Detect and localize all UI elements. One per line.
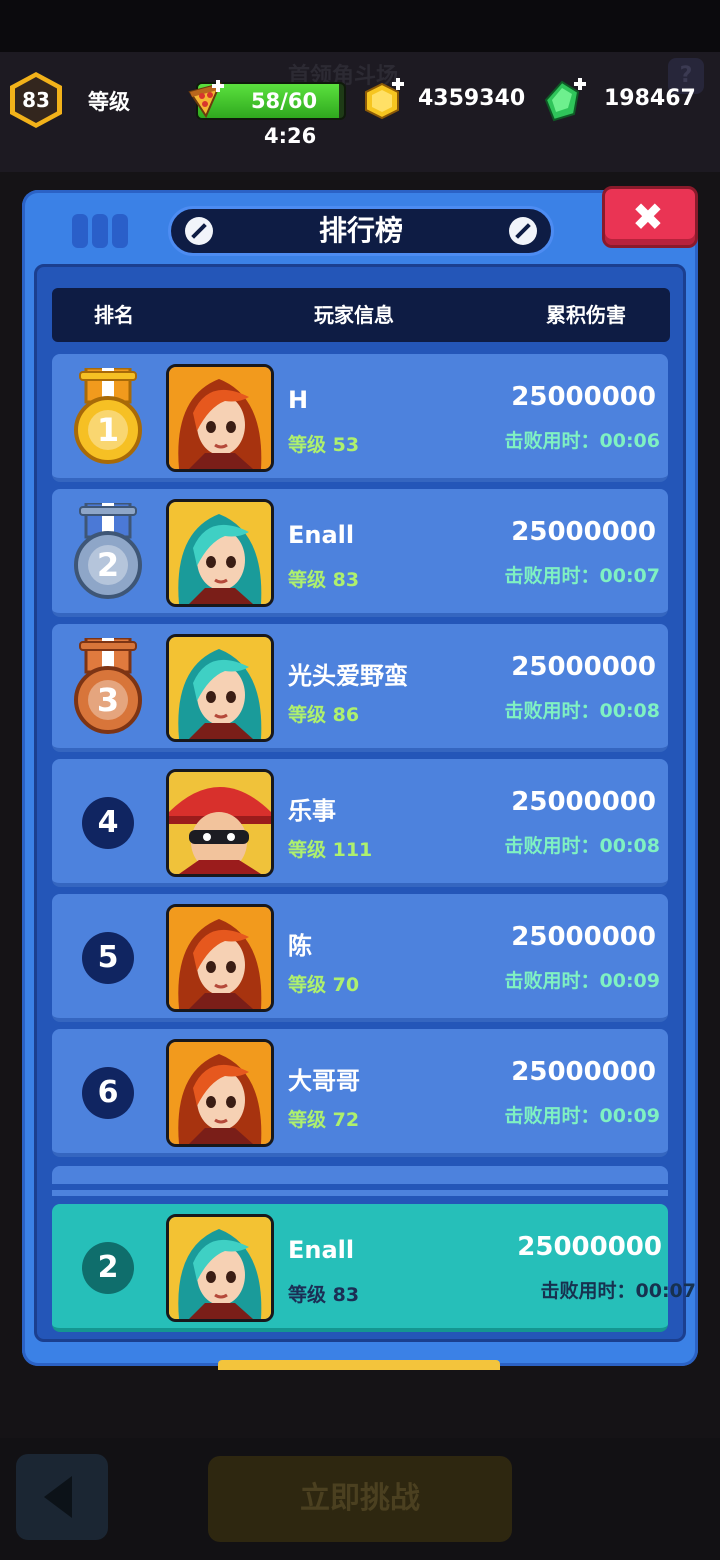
avatar xyxy=(166,499,274,607)
rank-medal-icon: 3 xyxy=(70,636,146,738)
close-button[interactable]: ✖ xyxy=(602,186,698,248)
title-banner: 排行榜 xyxy=(168,206,554,256)
damage-value: 25000000 xyxy=(511,1057,656,1087)
leaderboard-row[interactable]: 3 光头爱野蛮等级 86 25000000 击败用时：00:08 xyxy=(52,624,668,752)
gold-amount: 4359340 xyxy=(418,86,526,111)
player-name: 陈 xyxy=(288,932,312,960)
avatar xyxy=(166,1214,274,1322)
my-player-name: Enall xyxy=(288,1236,355,1264)
list-divider xyxy=(52,1190,668,1196)
player-level: 等级 70 xyxy=(288,974,360,996)
defeat-time: 击败用时：00:07 xyxy=(504,565,660,587)
player-name: 乐事 xyxy=(288,797,336,825)
damage-value: 25000000 xyxy=(511,382,656,412)
green-gem-icon[interactable] xyxy=(542,78,588,124)
leaderboard-row[interactable]: 2 Enall 等级 83 25000000 击败用时：00:07 xyxy=(52,489,668,617)
player-name: H xyxy=(288,386,309,414)
leaderboard-row[interactable]: 5 陈等级 70 25000000 击败用时：00:09 xyxy=(52,894,668,1022)
rank-number: 5 xyxy=(82,932,134,984)
stamina-timer: 4:26 xyxy=(264,124,317,148)
rank-number: 2 xyxy=(96,546,120,584)
player-level: 等级 111 xyxy=(288,839,373,861)
header-rank: 排名 xyxy=(94,303,134,327)
header-total-damage: 累积伤害 xyxy=(546,303,626,327)
player-level-label: 等级 xyxy=(88,90,130,114)
leaderboard-row[interactable]: 1 H 等级 53 25000000 击败用时：00:06 xyxy=(52,354,668,482)
defeat-time: 击败用时：00:08 xyxy=(504,700,660,722)
close-icon: ✖ xyxy=(632,195,664,239)
defeat-time: 击败用时：00:09 xyxy=(504,1105,660,1127)
rank-number: 4 xyxy=(82,797,134,849)
pizza-stamina-icon xyxy=(188,80,224,119)
damage-value: 25000000 xyxy=(511,922,656,952)
status-bar-area xyxy=(0,0,720,52)
rank-number: 3 xyxy=(96,681,120,719)
my-defeat-time: 击败用时：00:07 xyxy=(540,1280,696,1302)
leaderboard-header: 排名 玩家信息 累积伤害 xyxy=(52,288,670,342)
damage-value: 25000000 xyxy=(511,652,656,682)
header-player-info: 玩家信息 xyxy=(314,303,394,327)
bolt-icon xyxy=(509,217,537,245)
challenge-now-button: 立即挑战 xyxy=(208,1456,512,1542)
player-level: 等级 83 xyxy=(288,569,360,591)
player-name: 大哥哥 xyxy=(288,1067,360,1095)
leaderboard-row[interactable]: 6 大哥哥等级 72 25000000 击败用时：00:09 xyxy=(52,1029,668,1157)
defeat-time: 击败用时：00:08 xyxy=(504,835,660,857)
avatar xyxy=(166,634,274,742)
defeat-time: 击败用时：00:09 xyxy=(504,970,660,992)
player-name: Enall xyxy=(288,521,355,549)
rank-medal-icon: 2 xyxy=(70,501,146,603)
leaderboard-row[interactable]: 4 乐事等级 111 25000000 击败用时：00:08 xyxy=(52,759,668,887)
rank-medal-icon: 1 xyxy=(70,366,146,468)
my-rank-number: 2 xyxy=(82,1242,134,1294)
back-button xyxy=(16,1454,108,1540)
player-level: 等级 53 xyxy=(288,434,360,456)
my-damage-value: 25000000 xyxy=(517,1232,662,1262)
gem-amount: 198467 xyxy=(604,86,696,111)
avatar xyxy=(166,904,274,1012)
damage-value: 25000000 xyxy=(511,787,656,817)
damage-value: 25000000 xyxy=(511,517,656,547)
leaderboard-title: 排行榜 xyxy=(318,214,403,247)
my-player-level: 等级 83 xyxy=(288,1284,360,1306)
rank-number: 6 xyxy=(82,1067,134,1119)
avatar xyxy=(166,769,274,877)
next-row-peek xyxy=(52,1166,668,1184)
my-rank-row[interactable]: 2 Enall 等级 83 25000000 击败用时：00:07 xyxy=(52,1204,696,1332)
player-level: 等级 72 xyxy=(288,1109,360,1131)
player-level: 等级 86 xyxy=(288,704,360,726)
avatar xyxy=(166,1039,274,1147)
player-level-value: 83 xyxy=(15,77,57,123)
defeat-time: 击败用时：00:06 xyxy=(504,430,660,452)
panel-bottom-tab xyxy=(218,1360,500,1370)
player-name: 光头爱野蛮 xyxy=(288,662,408,690)
rank-number: 1 xyxy=(96,411,120,449)
gold-coin-icon[interactable] xyxy=(362,78,408,122)
avatar xyxy=(166,364,274,472)
